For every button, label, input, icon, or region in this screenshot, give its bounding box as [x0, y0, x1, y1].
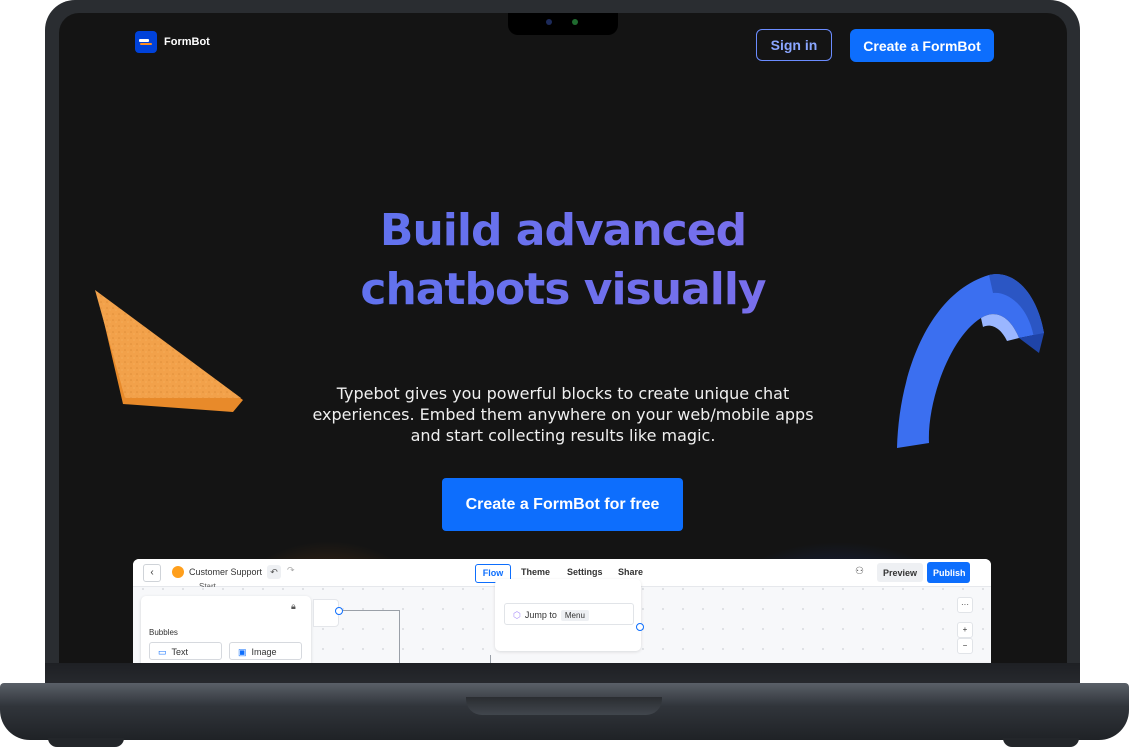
app-preview: ‹ Customer Support ↶ ↷ Flow Theme Settin…: [133, 559, 991, 663]
logo[interactable]: FormBot: [135, 31, 210, 53]
block-text[interactable]: ▭ Text: [149, 642, 222, 660]
block-image-label: Image: [251, 647, 277, 657]
block-text-label: Text: [171, 647, 189, 657]
back-arrow-icon[interactable]: ‹: [143, 564, 161, 582]
camera-notch: [508, 13, 618, 35]
jump-label: Jump to: [524, 610, 557, 620]
edge-line: [399, 610, 400, 663]
more-options-icon[interactable]: ···: [957, 597, 973, 613]
hero-description: Typebot gives you powerful blocks to cre…: [312, 384, 814, 445]
zoom-in-button[interactable]: +: [957, 622, 973, 638]
sign-in-button[interactable]: Sign in: [756, 29, 832, 61]
publish-button[interactable]: Publish: [927, 562, 970, 583]
laptop-foot: [1003, 738, 1079, 747]
zoom-out-button[interactable]: −: [957, 638, 973, 654]
laptop-foot: [48, 738, 124, 747]
preview-button[interactable]: Preview: [877, 563, 923, 582]
jump-block[interactable]: ⬡ Jump to Menu: [504, 603, 634, 625]
create-formbot-free-button[interactable]: Create a FormBot for free: [442, 478, 683, 531]
screen: FormBot Sign in Create a FormBot Build a…: [59, 13, 1067, 663]
edge-line: [490, 655, 491, 663]
logo-text: FormBot: [164, 36, 210, 48]
edge-line: [343, 610, 399, 611]
bot-emoji-icon: [172, 566, 184, 578]
lock-icon[interactable]: 🔒︎: [291, 601, 296, 612]
image-icon: ▣: [238, 647, 247, 657]
hero-title: Build advanced chatbots visually: [59, 201, 1067, 319]
hero-title-line-2: chatbots visually: [360, 264, 766, 315]
formbot-logo-icon: [135, 31, 157, 53]
connector-dot[interactable]: [636, 623, 644, 631]
camera-led-icon: [572, 19, 578, 25]
sidebar-section-title: Bubbles: [149, 628, 178, 637]
jump-target: Menu: [560, 610, 589, 621]
blocks-sidebar: 🔒︎ Bubbles ▭ Text ▣ Image: [141, 596, 311, 663]
jump-icon: ⬡: [513, 610, 521, 620]
undo-icon[interactable]: ↶: [267, 565, 281, 579]
connector-dot[interactable]: [335, 607, 343, 615]
create-formbot-button[interactable]: Create a FormBot: [850, 29, 994, 62]
redo-icon[interactable]: ↷: [287, 565, 295, 576]
chat-bubble-icon: ▭: [158, 647, 167, 657]
collaborators-icon[interactable]: ⚇: [855, 566, 864, 577]
block-image[interactable]: ▣ Image: [229, 642, 302, 660]
camera-icon: [546, 19, 552, 25]
start-label: Start: [199, 582, 216, 587]
bot-name[interactable]: Customer Support: [189, 567, 262, 577]
laptop-opening-notch: [466, 697, 662, 715]
flow-group[interactable]: ⬡ Jump to Menu: [495, 579, 641, 651]
hero-title-line-1: Build advanced: [379, 205, 747, 256]
